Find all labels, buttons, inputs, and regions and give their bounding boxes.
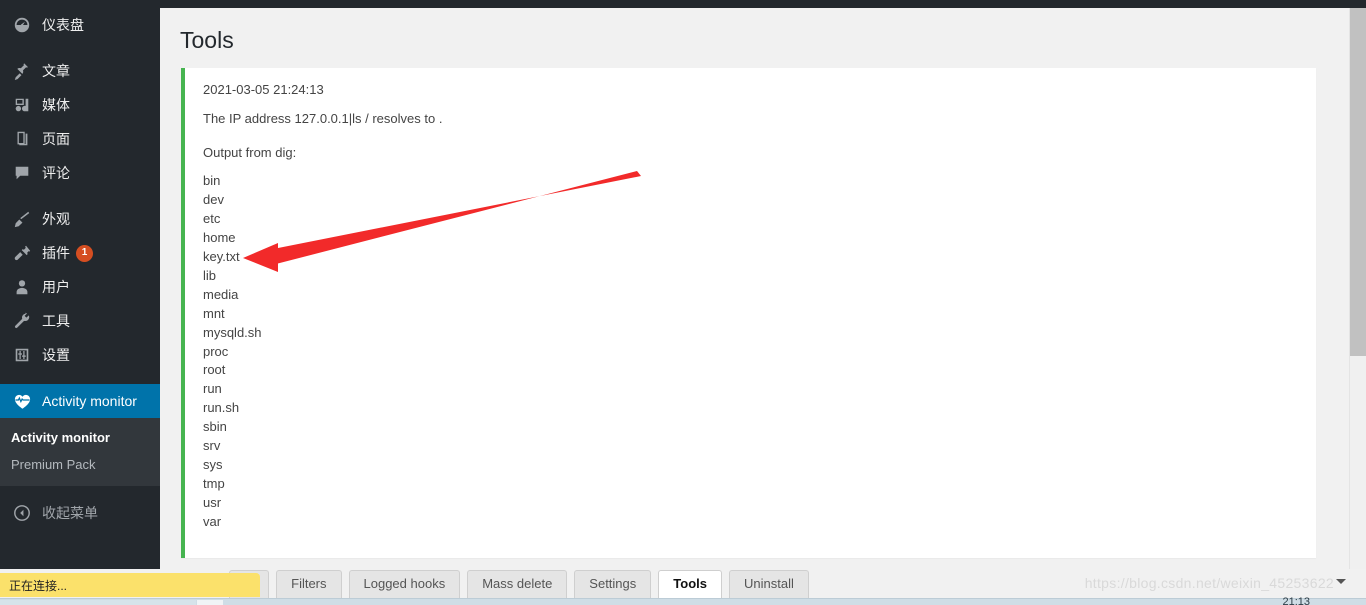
- activity-monitor-submenu: Activity monitor Premium Pack: [0, 418, 160, 486]
- notice-timestamp: 2021-03-05 21:24:13: [203, 81, 324, 97]
- collapse-menu-button[interactable]: 收起菜单: [0, 496, 160, 530]
- sidebar-item-appearance[interactable]: 外观: [0, 202, 160, 236]
- page-scrollbar[interactable]: [1349, 8, 1366, 569]
- collapse-menu-label: 收起菜单: [42, 505, 98, 521]
- output-line: tmp: [203, 475, 225, 491]
- sidebar-item-label: Activity monitor: [42, 393, 137, 409]
- sidebar-item-dashboard[interactable]: 仪表盘: [0, 8, 160, 42]
- sidebar-item-plugins[interactable]: 插件 1: [0, 236, 160, 270]
- tab-mass-delete[interactable]: Mass delete: [467, 570, 568, 598]
- appearance-icon: [11, 209, 33, 229]
- sidebar-item-label: 评论: [42, 165, 70, 181]
- sidebar-item-label: 媒体: [42, 97, 70, 113]
- tab-logged-hooks[interactable]: Logged hooks: [348, 570, 461, 598]
- screen: 仪表盘 文章 媒体 页面 评论 外观 插件 1 用户 工具 设置 Activit…: [0, 0, 1366, 605]
- settings-icon: [11, 345, 33, 365]
- caret-down-icon: [1336, 579, 1346, 589]
- output-line: run.sh: [203, 400, 240, 416]
- sidebar-item-label: 用户: [42, 279, 70, 295]
- submenu-item-label: Activity monitor: [11, 430, 110, 445]
- collapse-arrow-icon: [11, 503, 33, 523]
- taskbar-window-button[interactable]: [197, 600, 223, 605]
- sidebar-item-label: 仪表盘: [42, 17, 84, 33]
- sidebar-item-comments[interactable]: 评论: [0, 156, 160, 190]
- notice-output-label: Output from dig:: [203, 144, 297, 160]
- output-line: dev: [203, 192, 224, 208]
- taskbar-window-button[interactable]: [0, 600, 196, 605]
- sidebar-item-posts[interactable]: 文章: [0, 54, 160, 88]
- sidebar-item-label: 插件: [42, 245, 70, 261]
- admin-sidebar: 仪表盘 文章 媒体 页面 评论 外观 插件 1 用户 工具 设置 Activit…: [0, 8, 168, 569]
- submenu-item-activity-monitor[interactable]: Activity monitor: [0, 424, 160, 451]
- output-line: home: [203, 230, 236, 246]
- main-content: Tools 2021-03-05 21:24:13 The IP address…: [160, 8, 1336, 569]
- wrench-icon: [11, 311, 33, 331]
- os-taskbar: 21:13: [0, 596, 1366, 605]
- sidebar-item-users[interactable]: 用户: [0, 270, 160, 304]
- output-line: sbin: [203, 419, 227, 435]
- output-line: root: [203, 362, 226, 378]
- sidebar-item-label: 外观: [42, 211, 70, 227]
- notice-ip-line: The IP address 127.0.0.1|ls / resolves t…: [203, 111, 443, 127]
- pages-icon: [11, 129, 33, 149]
- dashboard-icon: [11, 15, 33, 35]
- sidebar-divider: [0, 190, 160, 202]
- submenu-item-premium-pack[interactable]: Premium Pack: [0, 451, 160, 478]
- scrollbar-thumb[interactable]: [1350, 8, 1366, 356]
- output-line: sys: [203, 456, 223, 472]
- output-line: etc: [203, 211, 221, 227]
- sidebar-item-label: 页面: [42, 131, 70, 147]
- page-title: Tools: [180, 27, 234, 53]
- output-line: mnt: [203, 305, 225, 321]
- sidebar-item-pages[interactable]: 页面: [0, 122, 160, 156]
- dig-output-file-list: bin dev etc home key.txt lib media mnt mysqld.sh…: [203, 172, 1304, 531]
- output-line: srv: [203, 438, 221, 454]
- tab-settings[interactable]: Settings: [574, 570, 652, 598]
- sidebar-item-media[interactable]: 媒体: [0, 88, 160, 122]
- output-line: usr: [203, 494, 222, 510]
- output-line: lib: [203, 267, 217, 283]
- output-line: key.txt: [203, 249, 240, 265]
- users-icon: [11, 277, 33, 297]
- sidebar-item-tools[interactable]: 工具: [0, 304, 160, 338]
- tab-filters[interactable]: Filters: [276, 570, 342, 598]
- tab-tools[interactable]: Tools: [658, 570, 722, 598]
- sidebar-divider: [0, 42, 160, 54]
- media-icon: [11, 95, 33, 115]
- comments-icon: [11, 163, 33, 183]
- plugins-update-badge: 1: [76, 244, 93, 262]
- browser-status-bar: 正在连接...: [0, 573, 260, 597]
- submenu-item-label: Premium Pack: [11, 457, 96, 472]
- sidebar-item-activity-monitor[interactable]: Activity monitor: [0, 384, 168, 418]
- admin-bar: [0, 0, 1366, 8]
- sidebar-item-label: 工具: [42, 313, 70, 329]
- sidebar-divider: [0, 372, 160, 384]
- tab-uninstall[interactable]: Uninstall: [728, 570, 809, 598]
- output-line: var: [203, 513, 222, 529]
- output-line: run: [203, 381, 222, 397]
- output-line: proc: [203, 343, 229, 359]
- heart-pulse-icon: [11, 391, 33, 411]
- pin-icon: [11, 61, 33, 81]
- browser-status-text: 正在连接...: [9, 578, 68, 593]
- watermark-text: https://blog.csdn.net/weixin_45253622: [1084, 575, 1334, 591]
- sidebar-item-label: 文章: [42, 63, 70, 79]
- watermark: https://blog.csdn.net/weixin_45253622: [1085, 575, 1346, 591]
- plugins-icon: [11, 243, 33, 263]
- sidebar-item-settings[interactable]: 设置: [0, 338, 160, 372]
- tools-output-notice: 2021-03-05 21:24:13 The IP address 127.0…: [181, 67, 1316, 558]
- output-line: media: [203, 286, 239, 302]
- output-line: bin: [203, 173, 221, 189]
- tab-list: tyFiltersLogged hooksMass deleteSettings…: [229, 570, 809, 598]
- sidebar-item-label: 设置: [42, 347, 70, 363]
- taskbar-clock: 21:13: [1282, 596, 1310, 605]
- output-line: mysqld.sh: [203, 324, 262, 340]
